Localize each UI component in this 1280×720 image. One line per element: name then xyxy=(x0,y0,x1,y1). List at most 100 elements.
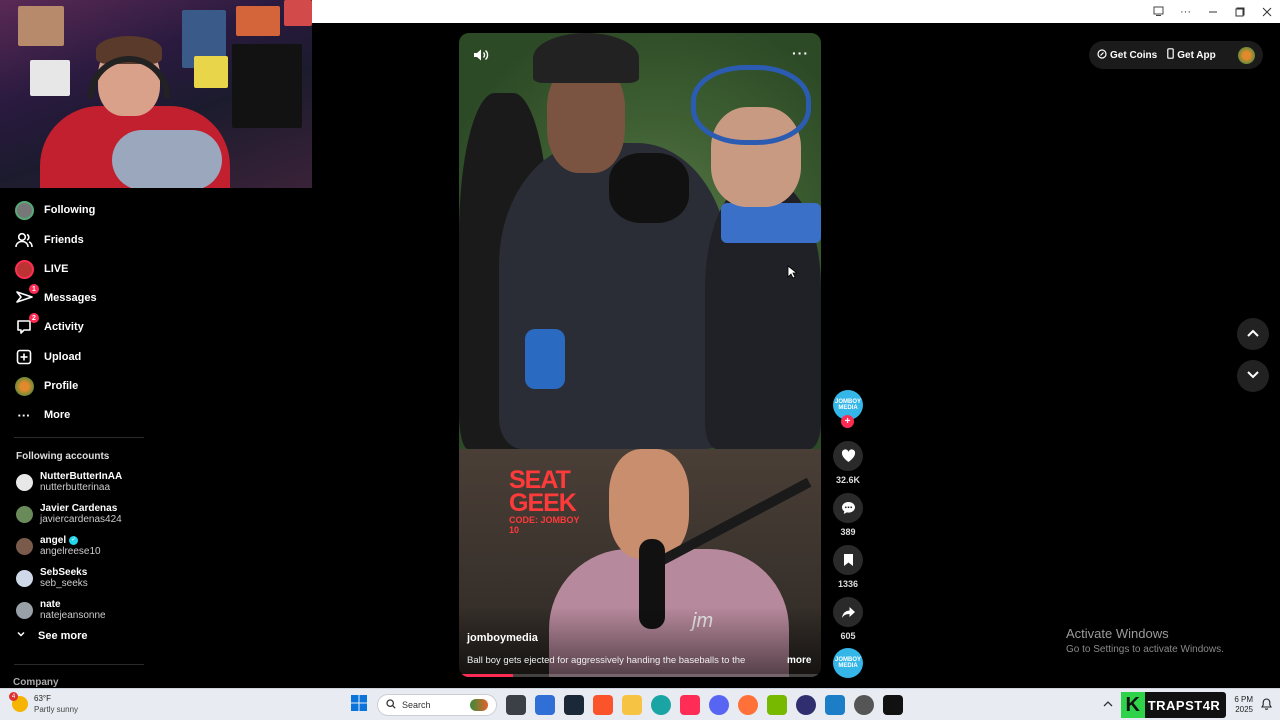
monitor-app-icon[interactable] xyxy=(825,695,845,715)
phone-icon xyxy=(1167,48,1175,62)
brave-browser-icon[interactable] xyxy=(593,695,613,715)
sidebar-item-label: Messages xyxy=(44,292,97,304)
user-avatar[interactable] xyxy=(1238,46,1255,64)
volume-icon[interactable] xyxy=(471,45,491,65)
wall-poster xyxy=(232,44,302,128)
chevron-up-icon[interactable] xyxy=(1103,700,1113,710)
save-button[interactable]: 1336 xyxy=(832,545,864,589)
sound-avatar-button[interactable]: JOMBOY MEDIA xyxy=(832,648,864,678)
activate-windows-title: Activate Windows xyxy=(1066,626,1169,641)
windows-taskbar: 4 63°F Partly sunny Search K TRAPST4R 6 … xyxy=(0,688,1280,720)
sidebar-item-following[interactable]: Following xyxy=(14,199,95,221)
account-name: nate xyxy=(40,599,61,610)
next-video-button[interactable] xyxy=(1237,360,1269,392)
activate-windows-subtitle: Go to Settings to activate Windows. xyxy=(1066,644,1224,655)
share-arrow-icon xyxy=(833,597,863,627)
taskbar-clock[interactable]: 6 PM 2025 xyxy=(1234,695,1253,715)
steam-icon[interactable] xyxy=(564,695,584,715)
profile-avatar-icon xyxy=(14,376,34,396)
sidebar-item-label: Following xyxy=(44,204,96,216)
verified-check-icon: ✓ xyxy=(69,536,79,545)
taskbar-apps: Search xyxy=(350,694,903,716)
avatar xyxy=(16,505,33,523)
sponsor-line-2: GEEK xyxy=(509,489,577,517)
creator-avatar-button[interactable]: JOMBOY MEDIA + xyxy=(832,390,864,428)
coin-icon xyxy=(1097,48,1107,62)
video-progress-bar[interactable] xyxy=(459,674,821,677)
wall-poster xyxy=(284,0,312,26)
windows-start-icon[interactable] xyxy=(350,694,368,717)
get-app-button[interactable]: Get App xyxy=(1167,48,1216,62)
firefox-icon[interactable] xyxy=(738,695,758,715)
see-more-label: See more xyxy=(38,629,88,642)
comment-count: 389 xyxy=(840,527,856,537)
streamer-webcam xyxy=(0,0,312,188)
discord-icon[interactable] xyxy=(709,695,729,715)
nvidia-icon[interactable] xyxy=(767,695,787,715)
sidebar-item-activity[interactable]: 2 Activity xyxy=(14,313,84,338)
notification-bell-icon[interactable] xyxy=(1261,698,1272,712)
caption-more-button[interactable]: more xyxy=(787,655,811,666)
following-account[interactable]: Javier Cardenas javiercardenas424 xyxy=(16,500,122,528)
file-explorer-icon[interactable] xyxy=(622,695,642,715)
sidebar-item-profile[interactable]: Profile xyxy=(14,375,78,397)
previous-video-button[interactable] xyxy=(1237,318,1269,350)
sidebar-item-live[interactable]: LIVE xyxy=(14,258,68,280)
taskbar-search-input[interactable]: Search xyxy=(377,694,497,716)
following-avatar-icon xyxy=(14,200,34,220)
following-account[interactable]: NutterButterInAA nutterbutterinaa xyxy=(16,468,122,496)
company-link[interactable]: Company xyxy=(13,677,59,688)
minimize-icon[interactable] xyxy=(1199,0,1226,23)
sidebar-divider xyxy=(14,437,144,438)
following-account[interactable]: angel ✓ angelreese10 xyxy=(16,532,101,560)
clock-date: 2025 xyxy=(1235,705,1253,714)
sidebar-item-label: LIVE xyxy=(44,263,69,275)
restore-icon[interactable] xyxy=(1226,0,1253,23)
account-name: SebSeeks xyxy=(40,567,88,578)
recording-app-icon[interactable] xyxy=(854,695,874,715)
activity-badge: 2 xyxy=(29,313,39,323)
sidebar-item-upload[interactable]: Upload xyxy=(14,346,81,368)
video-options-icon[interactable]: ··· xyxy=(792,45,809,61)
live-avatar-icon xyxy=(14,259,34,279)
follow-plus-icon[interactable]: + xyxy=(841,415,854,428)
get-coins-button[interactable]: Get Coins xyxy=(1097,48,1157,62)
get-app-label: Get App xyxy=(1177,49,1216,61)
like-count: 32.6K xyxy=(835,475,861,485)
see-more-button[interactable]: See more xyxy=(16,629,88,642)
activate-windows-watermark: Activate Windows Go to Settings to activ… xyxy=(1066,626,1224,655)
comment-button[interactable]: 389 xyxy=(832,493,864,537)
plus-square-icon xyxy=(14,347,34,367)
wall-poster xyxy=(194,56,228,88)
tiktok-active-icon[interactable] xyxy=(883,695,903,715)
tiktok-app-icon[interactable] xyxy=(680,695,700,715)
share-button[interactable]: 605 xyxy=(832,597,864,641)
edge-browser-icon[interactable] xyxy=(651,695,671,715)
close-icon[interactable] xyxy=(1253,0,1280,23)
system-tray: K TRAPST4R 6 PM 2025 xyxy=(1103,689,1280,720)
video-player[interactable]: SEAT GEEK CODE: JOMBOY 10 jm ··· jomboym… xyxy=(459,33,821,677)
task-view-icon[interactable] xyxy=(506,695,526,715)
video-username[interactable]: jomboymedia xyxy=(467,632,538,644)
sidebar-item-friends[interactable]: Friends xyxy=(14,229,84,251)
chevron-up-icon xyxy=(1246,325,1260,343)
like-button[interactable]: 32.6K xyxy=(832,441,864,485)
app-install-icon[interactable] xyxy=(1145,0,1172,23)
following-account[interactable]: SebSeeks seb_seeks xyxy=(16,564,88,592)
following-account[interactable]: nate natejeansonne xyxy=(16,596,106,624)
paper-plane-icon: 1 xyxy=(14,284,39,308)
stream-brand-name: TRAPST4R xyxy=(1147,697,1221,713)
sidebar-item-more[interactable]: ··· More xyxy=(14,404,71,426)
save-count: 1336 xyxy=(837,579,859,589)
bookmark-icon xyxy=(833,545,863,575)
sidebar-item-messages[interactable]: 1 Messages xyxy=(14,284,97,309)
wall-shelf xyxy=(30,60,70,96)
obs-studio-icon[interactable] xyxy=(796,695,816,715)
friends-icon xyxy=(14,230,34,250)
browser-menu-icon[interactable]: ··· xyxy=(1172,0,1199,23)
heart-icon xyxy=(833,441,863,471)
weather-widget[interactable]: 4 63°F Partly sunny xyxy=(9,692,78,715)
notes-app-icon[interactable] xyxy=(535,695,555,715)
comment-bubble-icon xyxy=(833,493,863,523)
avatar xyxy=(16,569,33,587)
